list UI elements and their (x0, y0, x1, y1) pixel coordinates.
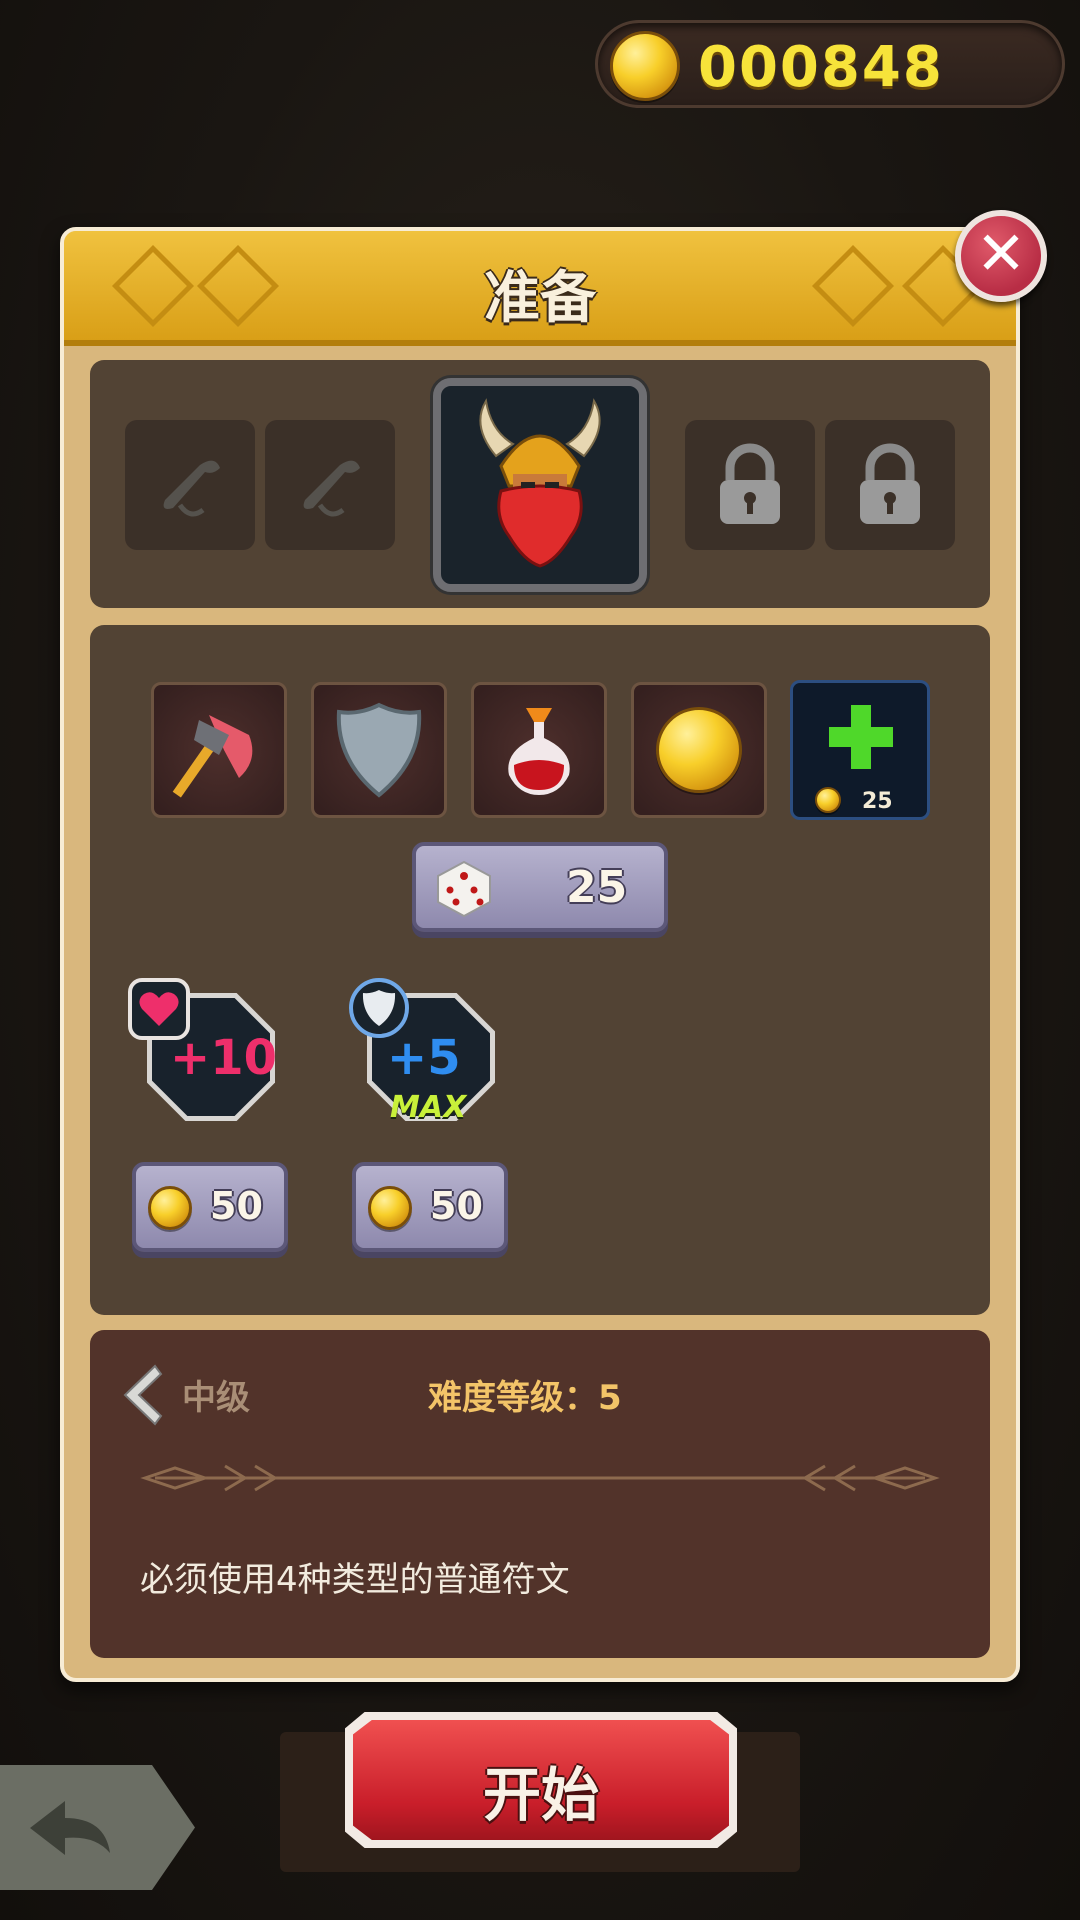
gold-coin-icon (610, 31, 680, 101)
reroll-cost: 25 (566, 862, 628, 913)
locked-slot[interactable] (825, 420, 955, 550)
back-button[interactable] (0, 1765, 195, 1890)
start-button-label: 开始 (482, 1761, 599, 1829)
scroll-slot[interactable] (265, 420, 395, 550)
close-button[interactable]: ✕ (955, 210, 1047, 302)
close-icon: ✕ (975, 219, 1027, 289)
coin-value: 000848 (698, 35, 944, 100)
shield-icon (336, 702, 422, 798)
gold-coin-icon (148, 1186, 192, 1230)
axe-icon (172, 715, 253, 798)
level-label: 中级 (182, 1378, 250, 1418)
ornamental-divider (140, 1464, 940, 1492)
dice-icon (437, 860, 491, 918)
potion-icon (508, 708, 570, 795)
max-label: MAX (390, 1090, 467, 1125)
plus-icon (829, 705, 893, 769)
scroll-slot[interactable] (125, 420, 255, 550)
chevron-left-icon[interactable] (115, 1360, 165, 1430)
buy-armor-button[interactable]: 50 (352, 1162, 508, 1252)
armor-upgrade-value: +5 (387, 1030, 461, 1086)
add-slot-cost: 25 (862, 789, 893, 814)
panel-header: 准备 (64, 231, 1016, 346)
buy-health-button[interactable]: 50 (132, 1162, 288, 1252)
item-slot-axe[interactable] (151, 682, 287, 818)
hero-portrait[interactable] (433, 378, 647, 592)
level-description: 必须使用4种类型的普通符文 (140, 1560, 570, 1600)
lock-icon (860, 443, 920, 524)
lock-icon (720, 443, 780, 524)
scroll-icon (303, 460, 360, 517)
coin-counter: 000848 (595, 20, 1065, 108)
item-slot-coin[interactable] (631, 682, 767, 818)
gold-coin-icon (368, 1186, 412, 1230)
difficulty-label: 难度等级：5 (428, 1378, 622, 1418)
item-slot-potion[interactable] (471, 682, 607, 818)
reroll-dice-button[interactable]: 25 (412, 842, 668, 932)
armor-shield-icon (349, 978, 409, 1038)
item-slot-shield[interactable] (311, 682, 447, 818)
buy-armor-cost: 50 (430, 1184, 483, 1228)
gold-coin-icon (815, 787, 841, 813)
locked-slot[interactable] (685, 420, 815, 550)
scroll-icon (163, 460, 220, 517)
add-item-slot-button[interactable] (790, 680, 930, 820)
back-arrow-icon (30, 1801, 110, 1855)
gold-coin-icon (656, 707, 742, 793)
buy-health-cost: 50 (210, 1184, 263, 1228)
health-upgrade-value: +10 (170, 1030, 278, 1086)
panel-title: 准备 (484, 266, 596, 331)
viking-dwarf-icon (479, 398, 601, 568)
